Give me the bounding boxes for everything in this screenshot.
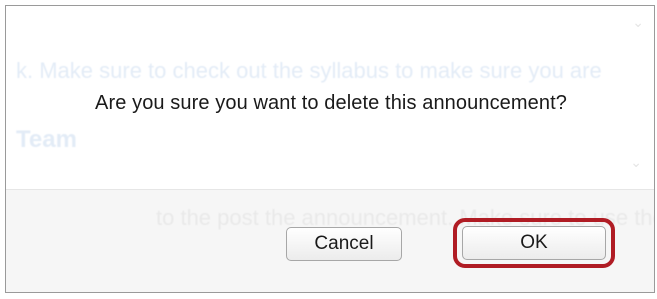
background-text-line: Team: [16, 126, 77, 153]
cancel-button[interactable]: Cancel: [286, 227, 402, 261]
confirm-message: Are you sure you want to delete this ann…: [95, 92, 567, 114]
background-text-line: k. Make sure to check out the syllabus t…: [16, 58, 602, 83]
screenshot-frame: ⌄ k. Make sure to check out the syllabus…: [5, 5, 655, 293]
background-chevron-icon: ⌄: [630, 154, 642, 170]
ok-button[interactable]: OK: [462, 226, 606, 260]
background-chevron-icon: ⌄: [632, 14, 644, 30]
